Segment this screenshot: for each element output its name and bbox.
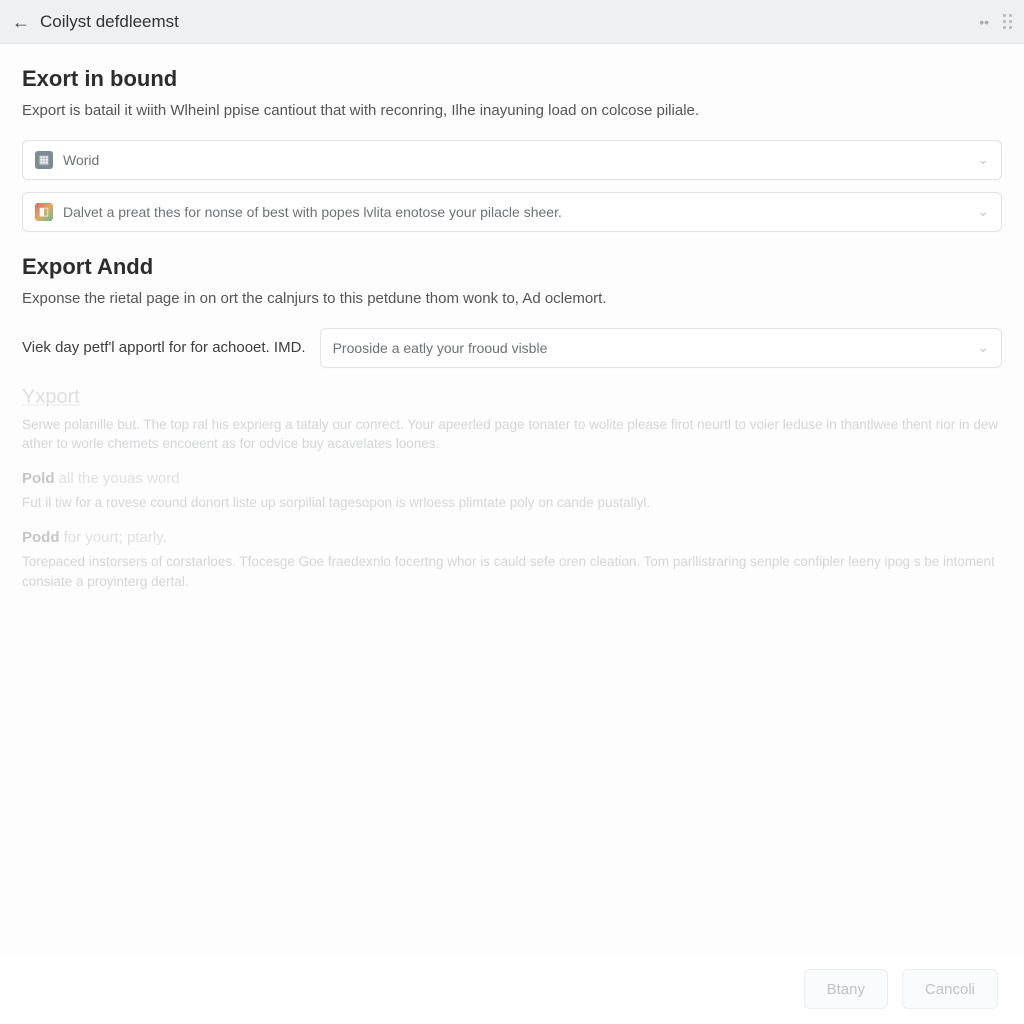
faded-sub2: Podd for yourt; ptarly. (22, 529, 1002, 546)
world-icon: ▦ (35, 151, 53, 169)
color-swatch-icon: ◧ (35, 203, 53, 221)
primary-button[interactable]: Btany (804, 969, 888, 1009)
faded-p2: Fut il tiw for a rovese cound donort lis… (22, 493, 1002, 513)
section2-desc: Exponse the rietal page in on ort the ca… (22, 288, 1002, 310)
section1-desc: Export is batail it wiith Wlheinl ppise … (22, 100, 1002, 122)
faded-info-block: Yxport Serwe polanille but. The top ral … (22, 386, 1002, 593)
faded-sub2-rest: for yourt; ptarly. (60, 529, 167, 546)
row-label: Viek day petf'l apportl for for achooet.… (22, 339, 306, 356)
faded-heading: Yxport (22, 386, 1002, 409)
footer: Btany Cancoli (0, 954, 1024, 1024)
dropdown-dalvet[interactable]: ◧ Dalvet a preat thes for nonse of best … (22, 192, 1002, 232)
page-title: Coilyst defdleemst (40, 12, 979, 32)
faded-sub1-rest: all the youas word (55, 470, 180, 487)
chevron-down-icon: ⌄ (977, 203, 989, 220)
faded-p3: Torepaced instorsers of corstarloes. Tfo… (22, 552, 1002, 592)
chevron-down-icon: ⌄ (977, 151, 989, 168)
cancel-button[interactable]: Cancoli (902, 969, 998, 1009)
faded-sub1: Pold all the youas word (22, 470, 1002, 487)
row-viek-day: Viek day petf'l apportl for for achooet.… (22, 328, 1002, 368)
topbar-actions: •• (979, 14, 1012, 30)
more-icon[interactable]: •• (979, 14, 989, 30)
dropdown-world[interactable]: ▦ Worid ⌄ (22, 140, 1002, 180)
grip-icon[interactable] (1003, 14, 1012, 29)
main-content: Exort in bound Export is batail it wiith… (0, 44, 1024, 592)
back-arrow-icon[interactable]: ← (12, 13, 30, 31)
dropdown-prooside-label: Prooside a eatly your frooud visble (333, 340, 978, 356)
dropdown-prooside[interactable]: Prooside a eatly your frooud visble ⌄ (320, 328, 1002, 368)
faded-p1: Serwe polanille but. The top ral his exp… (22, 415, 1002, 455)
section1-title: Exort in bound (22, 66, 1002, 92)
section2-title: Export Andd (22, 254, 1002, 280)
faded-sub1-bold: Pold (22, 470, 55, 487)
chevron-down-icon: ⌄ (977, 339, 989, 356)
dropdown-dalvet-label: Dalvet a preat thes for nonse of best wi… (63, 204, 977, 220)
dropdown-world-label: Worid (63, 152, 977, 168)
topbar: ← Coilyst defdleemst •• (0, 0, 1024, 44)
faded-sub2-bold: Podd (22, 529, 60, 546)
